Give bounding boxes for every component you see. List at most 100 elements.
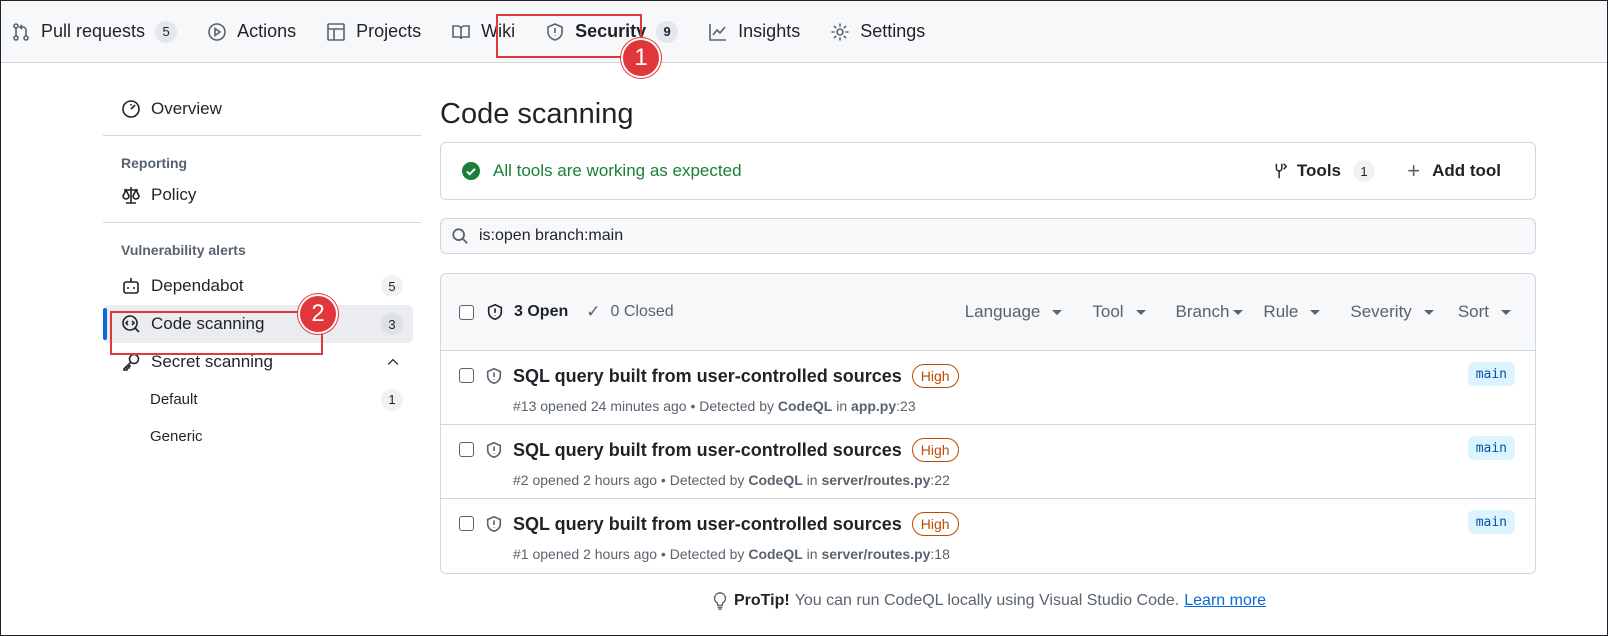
protip: ProTip! You can run CodeQL locally using… [712,592,1266,610]
sidebar-section-vulnerability: Vulnerability alerts [121,242,246,258]
chevron-up-icon[interactable] [385,354,401,370]
sidebar-item-label: Generic [150,428,203,445]
search-value: is:open branch:main [479,227,624,244]
play-icon [208,22,226,41]
severity-badge: High [911,364,959,388]
alert-number: #2 [513,472,529,488]
alert-file[interactable]: app.py [851,398,896,414]
filter-language[interactable]: Language [965,302,1063,322]
filter-label: Tool [1092,302,1124,321]
tab-actions[interactable]: Actions [197,12,306,52]
alert-opened: opened 2 hours ago [532,546,658,562]
shield-icon [486,441,502,459]
tools-status-box: All tools are working as expected Tools … [440,142,1536,200]
alerts-header: 3 Open ✓ 0 Closed Language Tool Branch R… [441,274,1535,351]
alert-title-row: SQL query built from user-controlled sou… [513,364,959,388]
meta-separator: • Detected by [660,546,745,562]
sidebar-divider [103,135,421,136]
protip-label: ProTip! [734,592,790,609]
plus-icon: + [1407,158,1421,183]
alert-tool: CodeQL [777,398,833,414]
sidebar-item-label: Dependabot [151,276,244,295]
severity-badge: High [911,512,959,536]
filter-sort[interactable]: Sort [1458,302,1511,322]
alerts-search-input[interactable]: is:open branch:main [440,218,1536,254]
tab-label: Insights [738,21,801,41]
alert-opened: opened 24 minutes ago [540,398,687,414]
alert-row[interactable]: SQL query built from user-controlled sou… [441,351,1535,425]
sidebar-item-default[interactable]: Default 1 [103,381,413,418]
meta-in: in [806,546,818,562]
sidebar-item-dependabot[interactable]: Dependabot 5 [103,267,413,305]
sidebar-item-label: Default [150,391,198,408]
tools-icon [1275,163,1288,179]
alert-opened: opened 2 hours ago [532,472,658,488]
filter-branch[interactable]: Branch [1176,302,1244,322]
tab-count: 9 [656,20,679,43]
tab-pull-requests[interactable]: Pull requests 5 [1,12,187,52]
dependabot-icon [123,278,139,294]
alert-checkbox[interactable] [459,516,474,531]
select-all-checkbox[interactable] [459,304,474,320]
add-tool-button[interactable]: + Add tool [1407,158,1501,184]
tab-label: Projects [356,21,422,41]
alert-title-row: SQL query built from user-controlled sou… [513,512,959,536]
alert-title-link[interactable]: SQL query built from user-controlled sou… [513,514,902,535]
tools-button[interactable]: Tools 1 [1271,160,1375,182]
key-icon [123,353,140,371]
table-icon [327,22,345,41]
alert-row[interactable]: SQL query built from user-controlled sou… [441,425,1535,499]
closed-label: 0 Closed [610,303,674,320]
page-title: Code scanning [440,97,634,130]
closed-filter[interactable]: ✓ 0 Closed [586,302,673,322]
alert-checkbox[interactable] [459,368,474,383]
branch-label: main [1467,362,1515,386]
open-label: 3 Open [514,303,569,320]
annotation-box-security [496,14,642,58]
alert-row[interactable]: SQL query built from user-controlled sou… [441,499,1535,573]
sidebar-section-reporting: Reporting [121,155,188,171]
sidebar-item-label: Secret scanning [151,352,273,371]
alert-title-link[interactable]: SQL query built from user-controlled sou… [513,440,902,461]
tab-label: Actions [237,21,297,41]
branch-label: main [1467,510,1515,534]
default-count: 1 [381,388,403,411]
filter-label: Sort [1457,302,1489,321]
book-icon [452,24,470,39]
open-filter[interactable]: 3 Open [486,303,568,321]
filter-label: Severity [1350,302,1412,321]
filter-tool[interactable]: Tool [1092,302,1146,322]
shield-icon [486,367,502,385]
tab-insights[interactable]: Insights [698,12,810,52]
filter-severity[interactable]: Severity [1350,302,1434,322]
alert-tool: CodeQL [748,472,803,488]
tools-status-text: All tools are working as expected [493,161,742,180]
sidebar-item-policy[interactable]: Policy [103,176,423,214]
tools-status: All tools are working as expected [461,161,742,181]
filter-label: Language [964,302,1041,321]
learn-more-link[interactable]: Learn more [1184,592,1266,610]
alert-checkbox[interactable] [459,442,474,457]
alert-tool: CodeQL [748,546,803,562]
branch-label: main [1467,436,1515,460]
gear-icon [831,23,849,40]
annotation-badge-1: 1 [621,38,661,78]
tab-projects[interactable]: Projects [316,12,431,52]
sidebar-item-generic[interactable]: Generic [103,418,413,455]
alert-meta: #1 opened 2 hours ago • Detected by Code… [513,546,950,562]
main-content: Code scanning All tools are working as e… [440,88,1536,574]
sidebar-item-overview[interactable]: Overview [103,88,423,130]
search-icon [452,228,468,244]
alert-file[interactable]: server/routes.py [821,546,930,562]
alert-filters: Language Tool Branch Rule Severity Sort [945,302,1511,322]
alert-title-link[interactable]: SQL query built from user-controlled sou… [513,366,902,387]
alert-file[interactable]: server/routes.py [821,472,930,488]
alert-number: #1 [513,546,529,562]
tab-count: 5 [155,20,178,43]
caret-down-icon [1501,309,1511,315]
caret-down-icon [1052,309,1063,315]
security-sidebar: Overview Reporting Policy Vulnerability … [103,88,423,455]
filter-rule[interactable]: Rule [1263,302,1321,322]
tab-settings[interactable]: Settings [820,12,935,52]
shield-icon [487,303,503,321]
